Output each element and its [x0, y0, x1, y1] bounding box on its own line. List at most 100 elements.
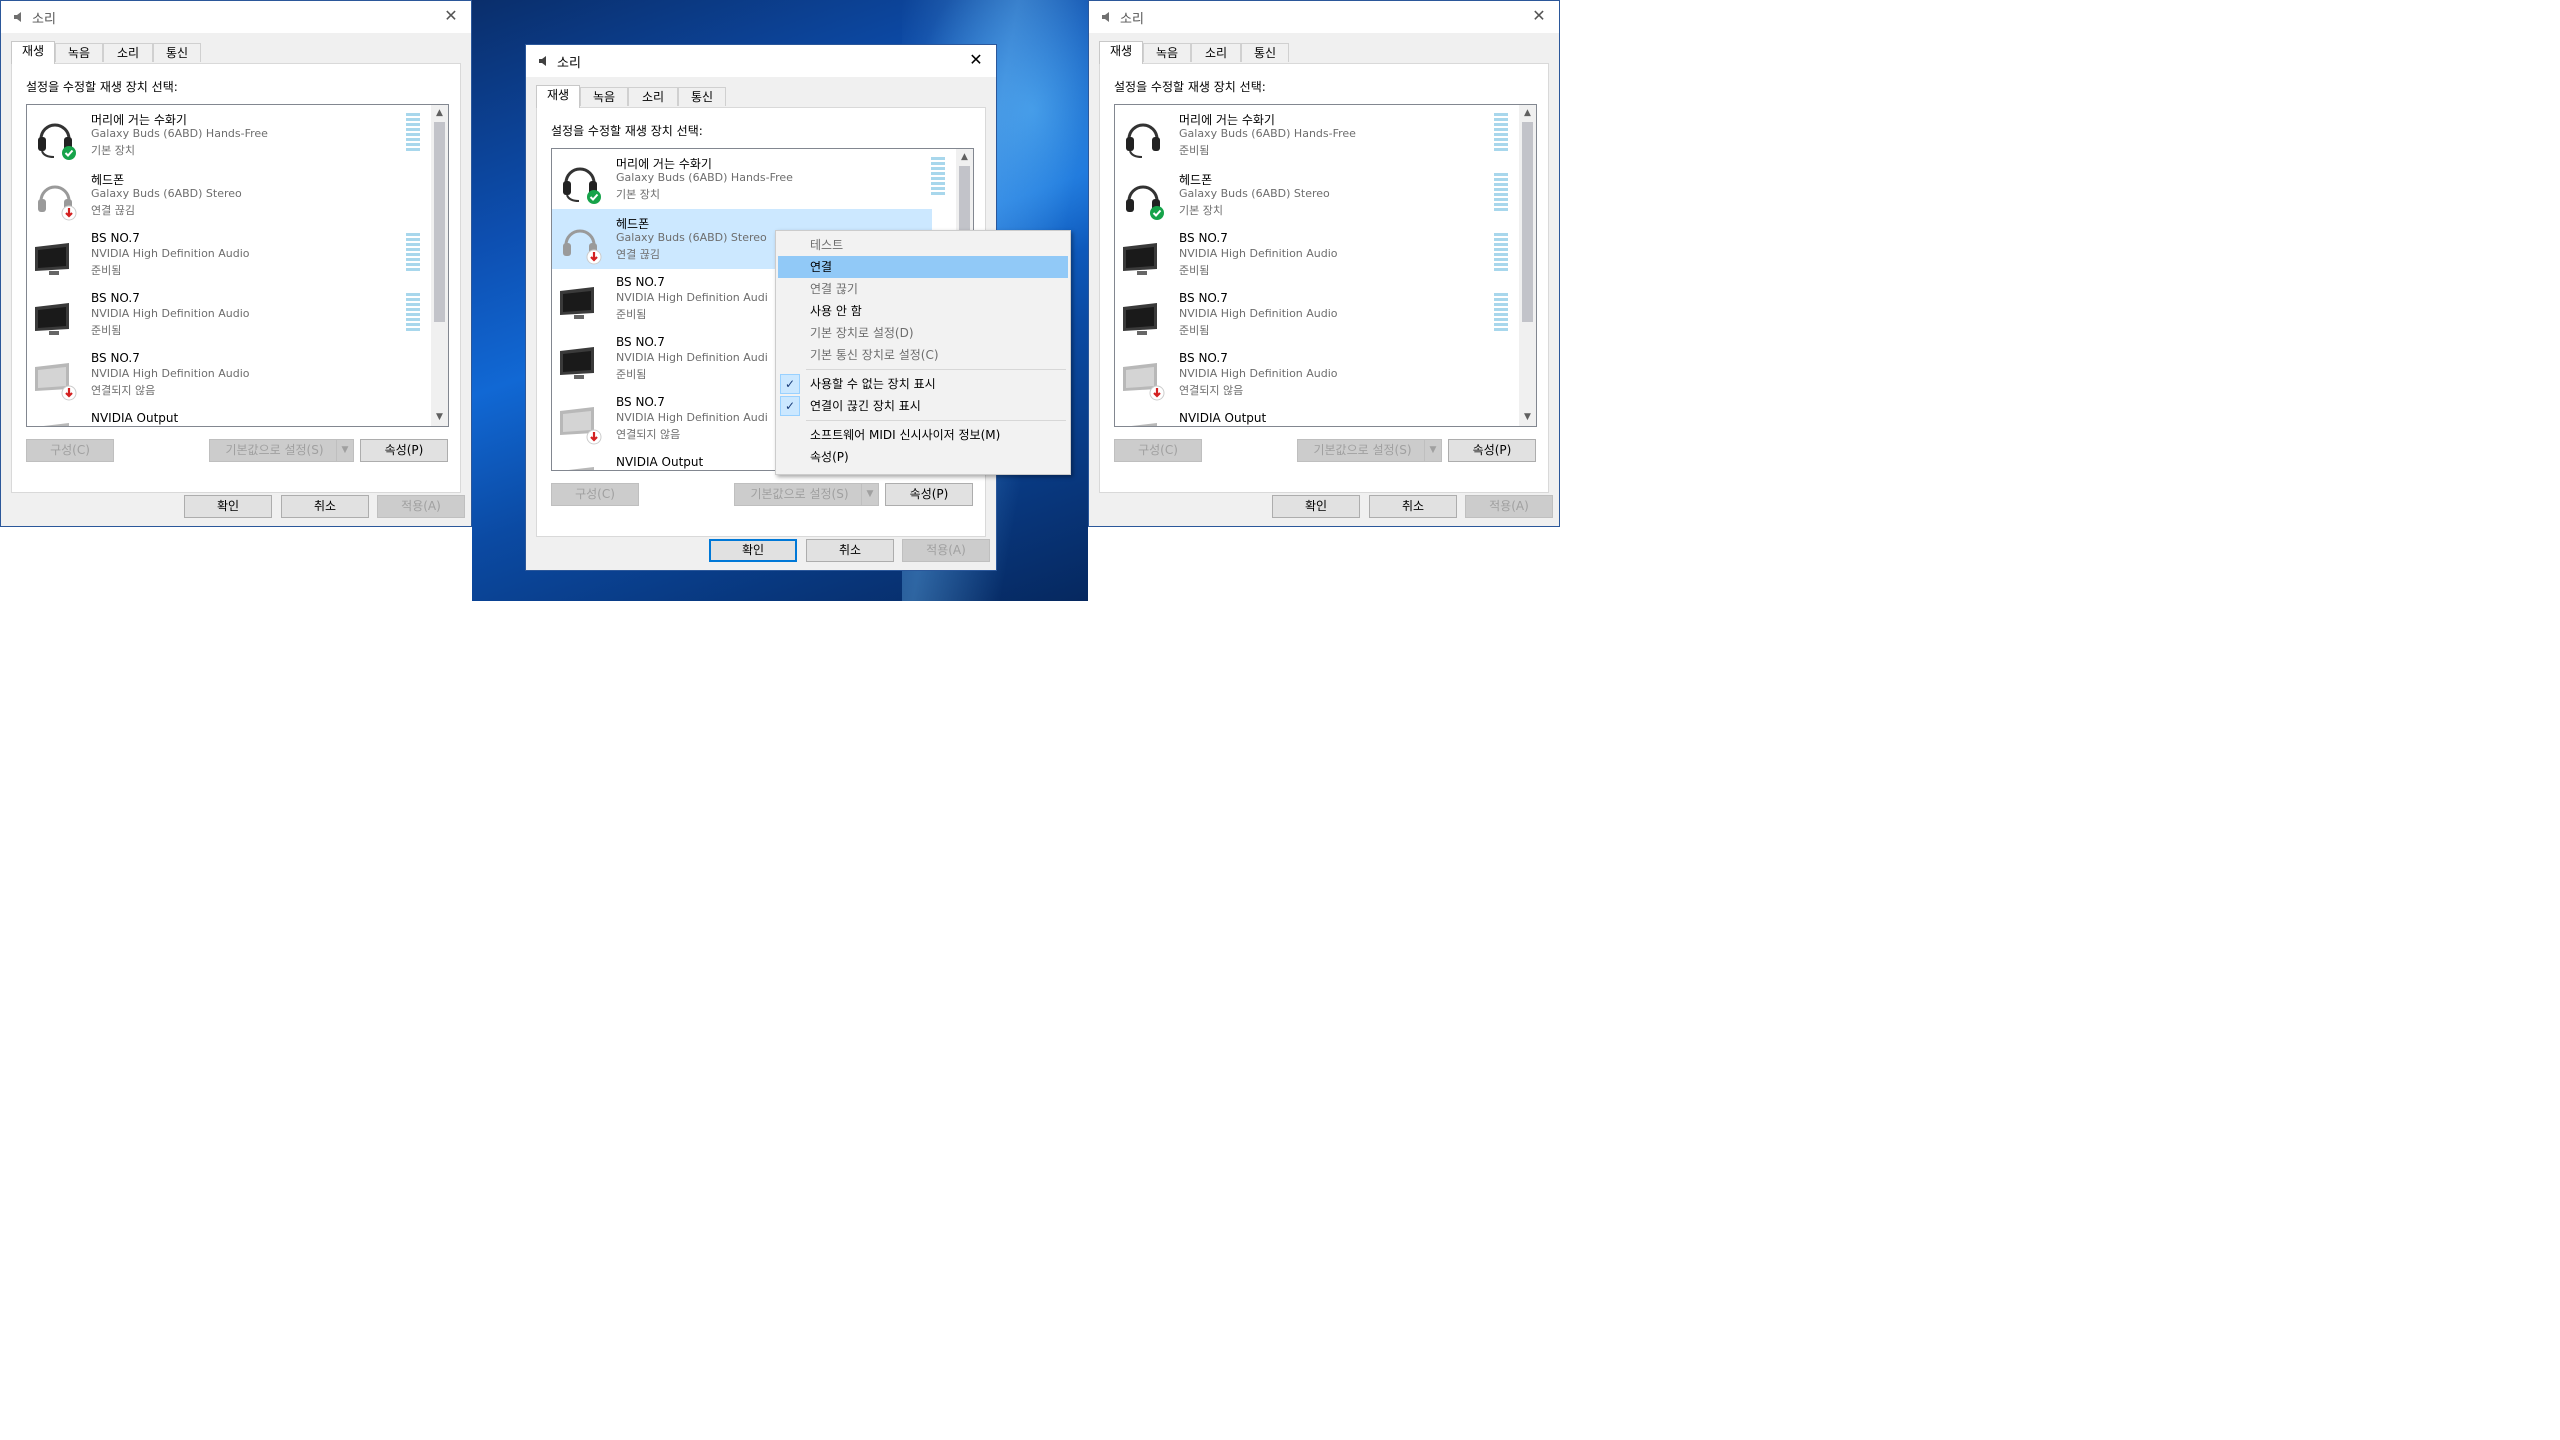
menu-item-test[interactable]: 테스트 — [778, 234, 1068, 256]
configure-button[interactable]: 구성(C) — [1114, 439, 1202, 462]
tab-sounds[interactable]: 소리 — [103, 43, 153, 62]
configure-button[interactable]: 구성(C) — [26, 439, 114, 462]
monitor-icon — [35, 243, 69, 275]
set-default-label: 기본값으로 설정(S) — [225, 443, 324, 457]
menu-item-show-disconnected-devices[interactable]: ✓ 연결이 끊긴 장치 표시 — [778, 395, 1068, 417]
close-button[interactable]: ✕ — [1527, 5, 1551, 27]
tab-communications[interactable]: 통신 — [678, 87, 726, 106]
menu-item-midi-synth-info[interactable]: 소프트웨어 MIDI 신시사이저 정보(M) — [778, 424, 1068, 446]
headphones-icon — [563, 229, 602, 265]
headphones-icon — [38, 185, 77, 221]
scroll-down-arrow-icon[interactable]: ▼ — [1519, 409, 1536, 426]
title-bar[interactable]: 소리 ✕ — [1089, 1, 1559, 33]
menu-item-connect[interactable]: 연결 — [778, 256, 1068, 278]
device-name: 헤드폰 — [1179, 173, 1213, 187]
device-row[interactable]: NVIDIA Output — [27, 405, 407, 426]
device-name: NVIDIA Output — [91, 411, 179, 425]
scroll-up-arrow-icon[interactable]: ▲ — [956, 149, 973, 166]
device-row[interactable]: BS NO.7 NVIDIA High Definition Audio 준비됨 — [1115, 225, 1495, 285]
device-row[interactable]: BS NO.7 NVIDIA High Definition Audio 준비됨 — [27, 285, 407, 345]
set-default-button[interactable]: 기본값으로 설정(S) ▼ — [1297, 439, 1442, 462]
tab-communications[interactable]: 통신 — [1241, 43, 1289, 62]
cancel-button[interactable]: 취소 — [1369, 495, 1457, 518]
device-row[interactable]: BS NO.7 NVIDIA High Definition Audio 연결되… — [27, 345, 407, 405]
apply-button[interactable]: 적용(A) — [902, 539, 990, 562]
menu-item-disconnect[interactable]: 연결 끊기 — [778, 278, 1068, 300]
instruction-text: 설정을 수정할 재생 장치 선택: — [26, 80, 178, 94]
monitor-icon — [560, 407, 602, 445]
scroll-thumb[interactable] — [1522, 122, 1533, 322]
set-default-label: 기본값으로 설정(S) — [1313, 443, 1412, 457]
device-status: 준비됨 — [91, 324, 122, 337]
dropdown-arrow-icon[interactable]: ▼ — [861, 484, 878, 505]
device-row[interactable]: 머리에 거는 수화기 Galaxy Buds (6ABD) Hands-Free… — [27, 105, 407, 165]
device-list[interactable]: 머리에 거는 수화기 Galaxy Buds (6ABD) Hands-Free… — [26, 104, 449, 427]
device-row[interactable]: NVIDIA Output — [1115, 405, 1495, 426]
vertical-scrollbar[interactable]: ▲ ▼ — [431, 105, 448, 426]
dropdown-arrow-icon[interactable]: ▼ — [336, 440, 353, 461]
set-default-button[interactable]: 기본값으로 설정(S) ▼ — [734, 483, 879, 506]
device-row[interactable]: BS NO.7 NVIDIA High Definition Audio 준비됨 — [27, 225, 407, 285]
ok-button[interactable]: 확인 — [184, 495, 272, 518]
device-row[interactable]: BS NO.7 NVIDIA High Definition Audio 준비됨 — [1115, 285, 1495, 345]
device-status: 연결 끊김 — [616, 248, 660, 261]
properties-button[interactable]: 속성(P) — [360, 439, 448, 462]
apply-button[interactable]: 적용(A) — [377, 495, 465, 518]
device-name: BS NO.7 — [1179, 351, 1228, 365]
set-default-button[interactable]: 기본값으로 설정(S) ▼ — [209, 439, 354, 462]
properties-button[interactable]: 속성(P) — [1448, 439, 1536, 462]
scroll-up-arrow-icon[interactable]: ▲ — [431, 105, 448, 122]
ok-button[interactable]: 확인 — [709, 539, 797, 562]
dropdown-arrow-icon[interactable]: ▼ — [1424, 440, 1441, 461]
menu-item-set-default-comm-device[interactable]: 기본 통신 장치로 설정(C) — [778, 344, 1068, 366]
device-list[interactable]: 머리에 거는 수화기 Galaxy Buds (6ABD) Hands-Free… — [1114, 104, 1537, 427]
menu-separator — [806, 369, 1066, 370]
device-row[interactable]: 헤드폰 Galaxy Buds (6ABD) Stereo 연결 끊김 — [27, 165, 407, 225]
title-bar[interactable]: 소리 ✕ — [1, 1, 471, 33]
scroll-up-arrow-icon[interactable]: ▲ — [1519, 105, 1536, 122]
device-status: 준비됨 — [1179, 144, 1210, 157]
apply-button[interactable]: 적용(A) — [1465, 495, 1553, 518]
vertical-scrollbar[interactable]: ▲ ▼ — [1519, 105, 1536, 426]
device-status: 기본 장치 — [1179, 204, 1223, 217]
configure-button[interactable]: 구성(C) — [551, 483, 639, 506]
device-name: BS NO.7 — [1179, 231, 1228, 245]
monitor-icon — [560, 347, 594, 379]
device-row[interactable]: 머리에 거는 수화기 Galaxy Buds (6ABD) Hands-Free… — [1115, 105, 1495, 165]
tab-recording[interactable]: 녹음 — [580, 87, 628, 106]
tab-recording[interactable]: 녹음 — [55, 43, 103, 62]
tab-playback[interactable]: 재생 — [1099, 41, 1143, 64]
tab-communications[interactable]: 통신 — [153, 43, 201, 62]
close-button[interactable]: ✕ — [964, 49, 988, 71]
properties-button[interactable]: 속성(P) — [885, 483, 973, 506]
device-status: 준비됨 — [616, 368, 647, 381]
device-row[interactable]: 머리에 거는 수화기 Galaxy Buds (6ABD) Hands-Free… — [552, 149, 932, 209]
tab-playback[interactable]: 재생 — [11, 41, 55, 64]
menu-item-set-default-device[interactable]: 기본 장치로 설정(D) — [778, 322, 1068, 344]
tab-sounds[interactable]: 소리 — [628, 87, 678, 106]
device-driver: NVIDIA High Definition Audio — [1179, 247, 1338, 260]
device-row[interactable]: BS NO.7 NVIDIA High Definition Audio 연결되… — [1115, 345, 1495, 405]
ok-button[interactable]: 확인 — [1272, 495, 1360, 518]
menu-item-show-disabled-devices[interactable]: ✓ 사용할 수 없는 장치 표시 — [778, 373, 1068, 395]
scroll-down-arrow-icon[interactable]: ▼ — [431, 409, 448, 426]
volume-meter — [931, 157, 945, 197]
headset-icon — [563, 167, 601, 204]
volume-meter — [406, 113, 420, 153]
device-driver: Galaxy Buds (6ABD) Hands-Free — [1179, 127, 1356, 140]
menu-item-properties[interactable]: 속성(P) — [778, 446, 1068, 468]
title-bar[interactable]: 소리 ✕ — [526, 45, 996, 77]
scroll-thumb[interactable] — [434, 122, 445, 322]
device-row[interactable]: 헤드폰 Galaxy Buds (6ABD) Stereo 기본 장치 — [1115, 165, 1495, 225]
device-status: 연결 끊김 — [91, 204, 135, 217]
tab-playback[interactable]: 재생 — [536, 85, 580, 108]
device-driver: Galaxy Buds (6ABD) Stereo — [1179, 187, 1330, 200]
monitor-icon — [1123, 363, 1165, 401]
close-button[interactable]: ✕ — [439, 5, 463, 27]
cancel-button[interactable]: 취소 — [806, 539, 894, 562]
cancel-button[interactable]: 취소 — [281, 495, 369, 518]
tab-recording[interactable]: 녹음 — [1143, 43, 1191, 62]
menu-item-disable[interactable]: 사용 안 함 — [778, 300, 1068, 322]
volume-meter — [1494, 173, 1508, 213]
tab-sounds[interactable]: 소리 — [1191, 43, 1241, 62]
